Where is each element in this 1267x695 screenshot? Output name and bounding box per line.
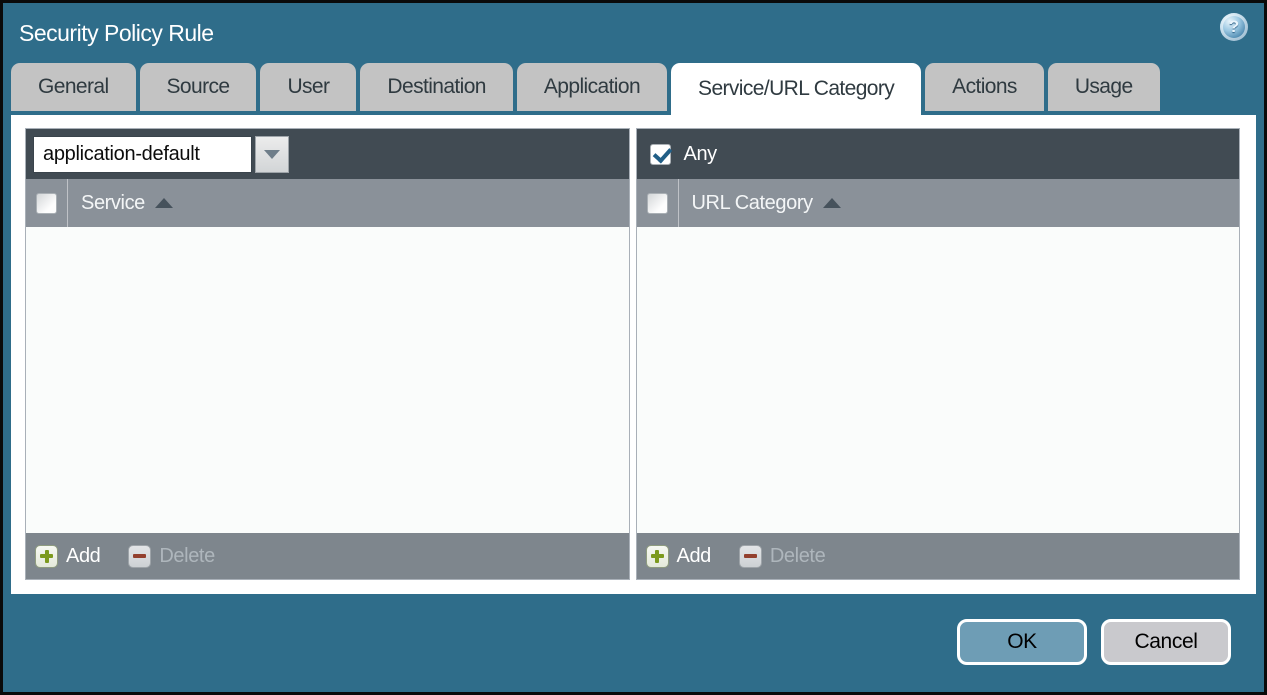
sort-ascending-icon[interactable] <box>822 198 841 208</box>
service-add-button[interactable]: Add <box>35 544 101 568</box>
url-category-list[interactable] <box>636 227 1239 533</box>
sort-ascending-icon[interactable] <box>154 198 173 208</box>
help-icon[interactable]: ? <box>1220 13 1248 41</box>
url-category-select-all-checkbox[interactable] <box>646 192 668 214</box>
url-category-panel-toolbar: Any <box>636 129 1239 179</box>
add-plus-icon <box>645 544 669 568</box>
service-delete-button[interactable]: Delete <box>128 544 215 568</box>
url-category-panel: Any URL Category Add Delete <box>635 128 1240 580</box>
service-type-dropdown-value[interactable]: application-default <box>33 135 252 173</box>
service-panel-toolbar: application-default <box>26 129 629 179</box>
tab-general[interactable]: General <box>11 63 136 111</box>
tab-user[interactable]: User <box>260 63 357 111</box>
chevron-down-icon <box>264 149 280 159</box>
delete-minus-icon <box>128 544 152 568</box>
tab-service-url-category[interactable]: Service/URL Category <box>671 63 922 115</box>
any-checkbox-label: Any <box>683 142 718 165</box>
url-category-panel-footer: Add Delete <box>636 533 1239 579</box>
service-column-header-row: Service <box>26 179 629 227</box>
url-category-select-all-cell[interactable] <box>637 179 679 227</box>
url-category-add-button[interactable]: Add <box>645 544 711 568</box>
delete-minus-icon <box>738 544 762 568</box>
tab-application[interactable]: Application <box>516 63 668 111</box>
service-panel: application-default Service Add Delete <box>25 128 630 580</box>
ok-button[interactable]: OK <box>957 618 1087 665</box>
service-column-header[interactable]: Service <box>81 192 145 215</box>
tab-bar: General Source User Destination Applicat… <box>3 63 1264 115</box>
any-checkbox[interactable] <box>649 143 671 165</box>
tab-actions[interactable]: Actions <box>925 63 1044 111</box>
tab-source[interactable]: Source <box>139 63 257 111</box>
add-plus-icon <box>35 544 58 568</box>
service-type-dropdown[interactable]: application-default <box>33 135 289 173</box>
url-category-delete-button[interactable]: Delete <box>738 544 826 568</box>
url-category-column-header[interactable]: URL Category <box>692 192 814 215</box>
service-panel-footer: Add Delete <box>26 533 629 579</box>
tab-usage[interactable]: Usage <box>1047 63 1160 111</box>
security-policy-rule-dialog: Security Policy Rule ? General Source Us… <box>0 0 1267 695</box>
tab-destination[interactable]: Destination <box>360 63 513 111</box>
url-category-column-header-row: URL Category <box>636 179 1239 227</box>
cancel-button[interactable]: Cancel <box>1101 618 1231 665</box>
service-select-all-cell[interactable] <box>26 179 68 227</box>
title-bar: Security Policy Rule ? <box>3 3 1264 63</box>
service-select-all-checkbox[interactable] <box>36 192 57 214</box>
tab-content-service-url-category: application-default Service Add Delete A… <box>11 115 1256 594</box>
dialog-footer: OK Cancel <box>3 594 1264 689</box>
url-category-any-toggle[interactable]: Any <box>644 143 717 166</box>
dialog-title: Security Policy Rule <box>19 19 214 46</box>
service-list[interactable] <box>26 227 629 533</box>
service-type-dropdown-button[interactable] <box>255 135 289 173</box>
